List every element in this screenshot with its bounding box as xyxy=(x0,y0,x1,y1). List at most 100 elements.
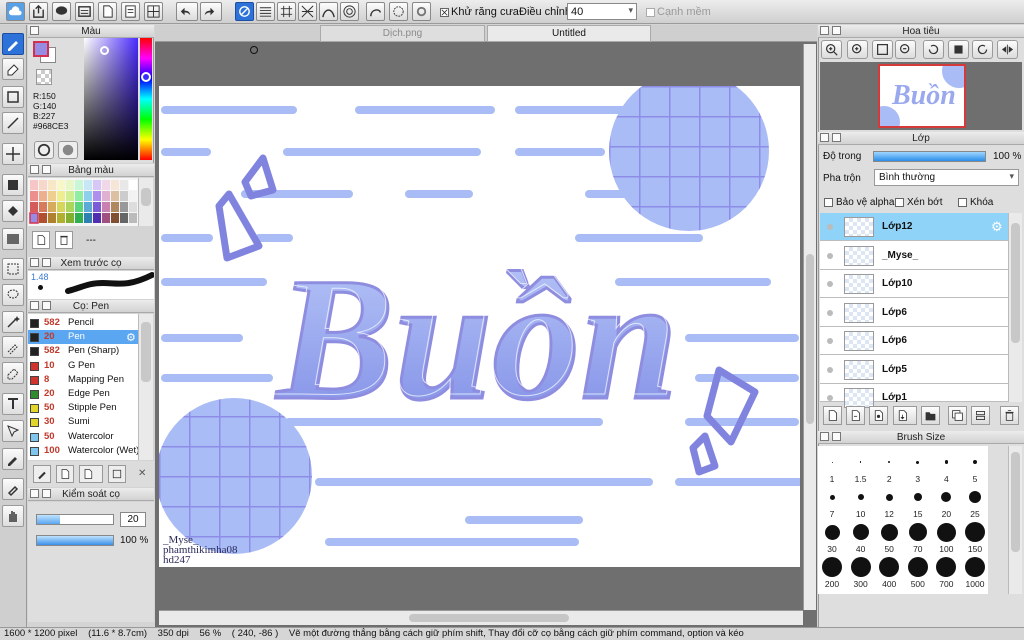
swatch[interactable] xyxy=(48,180,56,190)
parallel-snap-icon[interactable] xyxy=(256,2,275,21)
brush-size-dot[interactable] xyxy=(907,557,928,577)
swatch[interactable] xyxy=(84,180,92,190)
visibility-icon[interactable] xyxy=(827,281,833,287)
swatch[interactable] xyxy=(93,191,101,201)
select-eraser-icon[interactable] xyxy=(2,362,24,384)
swatch[interactable] xyxy=(57,191,65,201)
transparent-swatch[interactable] xyxy=(36,69,52,85)
canvas-horizontal-scrollbar[interactable] xyxy=(159,610,803,625)
brush-menu-button[interactable] xyxy=(79,465,103,483)
swatch[interactable] xyxy=(75,180,83,190)
brush-size-dot[interactable] xyxy=(822,557,842,577)
brush-size-dot[interactable] xyxy=(908,523,927,541)
brush-size-dot[interactable] xyxy=(969,491,981,503)
swatch[interactable] xyxy=(39,180,47,190)
panel-icon[interactable] xyxy=(75,2,94,21)
layer-row[interactable]: Lớp12 xyxy=(820,213,1008,241)
close-icon[interactable] xyxy=(820,432,829,441)
reset-rotation-icon[interactable] xyxy=(948,40,969,59)
brush-item[interactable]: 20 Edge Pen xyxy=(28,387,138,401)
page-icon[interactable] xyxy=(121,2,140,21)
opacity-slider[interactable] xyxy=(36,535,114,546)
canvas-vertical-scrollbar[interactable] xyxy=(803,44,816,610)
swatch[interactable] xyxy=(57,180,65,190)
brush-size-dot[interactable] xyxy=(965,522,985,542)
brush-settings-icon[interactable]: ⚙ xyxy=(126,331,136,344)
rect-tool-icon[interactable] xyxy=(2,86,24,108)
brush-size-dot[interactable] xyxy=(885,493,893,501)
layer-list-scrollbar[interactable] xyxy=(1008,213,1022,402)
folder-icon[interactable] xyxy=(921,406,940,425)
layer-row[interactable]: Lớp10 xyxy=(820,270,1008,298)
swatch[interactable] xyxy=(84,191,92,201)
primary-color-swatch[interactable] xyxy=(33,41,49,57)
close-icon[interactable] xyxy=(820,133,829,142)
swatch[interactable] xyxy=(93,202,101,212)
document-icon[interactable] xyxy=(98,2,117,21)
expand-icon[interactable] xyxy=(42,258,51,267)
visibility-icon[interactable] xyxy=(827,366,833,373)
select-pen-icon[interactable] xyxy=(2,336,24,358)
new-layer-alt-icon[interactable] xyxy=(846,406,865,425)
brush-size-dot[interactable] xyxy=(829,494,835,500)
zoom-in-icon[interactable] xyxy=(821,40,842,59)
expand-icon[interactable] xyxy=(42,301,51,310)
swatch[interactable] xyxy=(66,202,74,212)
move-tool-icon[interactable] xyxy=(2,143,24,165)
swatch[interactable] xyxy=(93,213,101,223)
swatch[interactable] xyxy=(84,213,92,223)
redo-icon[interactable] xyxy=(200,2,222,21)
brush-size-dot[interactable] xyxy=(916,460,920,464)
close-icon[interactable] xyxy=(820,26,829,35)
brush-import-button[interactable] xyxy=(108,465,126,483)
swatch[interactable] xyxy=(57,213,65,223)
select-rect-icon[interactable] xyxy=(2,258,24,280)
swatch[interactable] xyxy=(111,180,119,190)
radial-snap-icon[interactable] xyxy=(298,2,317,21)
expand-icon[interactable] xyxy=(832,26,841,35)
gradient-tool-icon[interactable] xyxy=(2,228,24,250)
swatch[interactable] xyxy=(111,213,119,223)
line-tool-icon[interactable] xyxy=(2,112,24,134)
curve-snap-icon[interactable] xyxy=(319,2,338,21)
antialias-checkbox[interactable] xyxy=(440,8,449,17)
swatch-scrollbar[interactable] xyxy=(138,178,153,226)
swatch[interactable] xyxy=(102,213,110,223)
duplicate-layer-icon[interactable] xyxy=(948,406,967,425)
hue-slider-handle[interactable] xyxy=(141,72,151,82)
visibility-icon[interactable] xyxy=(827,338,833,344)
adjust-input[interactable]: 40 ▾ xyxy=(567,3,637,20)
concentric-snap-icon[interactable] xyxy=(340,2,359,21)
swatch-grid[interactable] xyxy=(28,178,138,226)
visibility-icon[interactable] xyxy=(827,224,833,230)
brush-size-dot[interactable] xyxy=(850,557,871,577)
soft-edge-checkbox[interactable] xyxy=(646,8,655,17)
swatch[interactable] xyxy=(129,191,137,201)
clip-checkbox[interactable] xyxy=(895,198,904,207)
layer-row[interactable]: Lớp6 xyxy=(820,327,1008,355)
brush-item[interactable]: 100 Watercolor (Wet) xyxy=(28,444,139,458)
flip-icon[interactable] xyxy=(997,40,1018,59)
brush-item[interactable]: 10 G Pen xyxy=(28,359,138,373)
swatch[interactable] xyxy=(129,202,137,212)
layer-row[interactable]: Lớp6 xyxy=(820,298,1008,327)
swatch[interactable] xyxy=(39,202,47,212)
brush-item[interactable]: 50 Stipple Pen xyxy=(28,401,138,415)
close-icon[interactable] xyxy=(30,489,39,498)
merge-layer-icon[interactable] xyxy=(971,406,990,425)
brush-item[interactable]: 8 Mapping Pen xyxy=(28,373,138,387)
close-icon[interactable] xyxy=(30,26,39,35)
color-wheel-button[interactable] xyxy=(34,141,54,159)
selected-swatch[interactable] xyxy=(29,212,39,224)
brush-size-dot[interactable] xyxy=(831,461,833,463)
visibility-icon[interactable] xyxy=(827,309,833,316)
expand-icon[interactable] xyxy=(832,133,841,142)
close-icon[interactable] xyxy=(30,165,39,174)
dropper-tool-icon[interactable] xyxy=(2,478,24,500)
swatch[interactable] xyxy=(30,180,38,190)
lock-checkbox[interactable] xyxy=(958,198,967,207)
swatch[interactable] xyxy=(66,191,74,201)
swatch[interactable] xyxy=(93,180,101,190)
halftone-layer-icon[interactable] xyxy=(869,406,888,425)
swatch[interactable] xyxy=(84,202,92,212)
